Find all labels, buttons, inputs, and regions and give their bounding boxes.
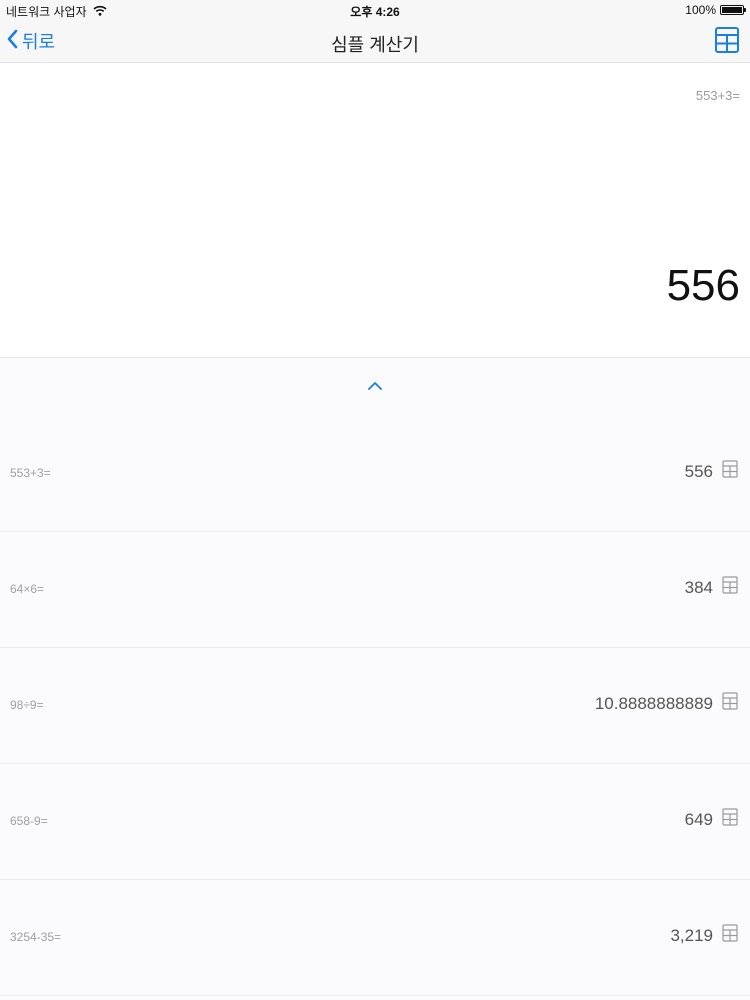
calculator-icon[interactable] (722, 924, 738, 942)
history-result: 556 (684, 462, 713, 481)
chevron-up-icon (368, 382, 382, 390)
history-result: 10.8888888889 (594, 694, 713, 713)
calculator-icon[interactable] (722, 808, 738, 826)
navigation-bar: 뒤로 심플 계산기 (0, 20, 750, 63)
status-bar: 네트워크 사업자 오후 4:26 100% (0, 0, 750, 20)
history-row[interactable]: 98÷9= 10.8888888889 (0, 648, 750, 764)
calculator-display: 553+3= 556 (0, 63, 750, 358)
calculator-button[interactable] (714, 26, 740, 54)
calculator-icon[interactable] (722, 692, 738, 710)
battery-fill (722, 7, 742, 13)
history-row[interactable]: 3254-35= 3,219 (0, 880, 750, 996)
page-title: 심플 계산기 (331, 35, 419, 55)
history-expression: 553+3= (10, 466, 51, 480)
history-row[interactable]: 64×6= 384 (0, 532, 750, 648)
history-expression: 658-9= (10, 814, 48, 828)
status-time: 오후 4:26 (350, 5, 400, 19)
history-result: 3,219 (670, 926, 713, 945)
history-row[interactable]: 553+3= 556 (0, 416, 750, 532)
calculator-icon[interactable] (722, 460, 738, 478)
collapse-history-button[interactable] (363, 376, 387, 396)
history-result: 649 (684, 810, 713, 829)
calculator-icon (715, 27, 739, 53)
status-right: 100% (685, 3, 746, 17)
history-expression: 64×6= (10, 582, 45, 596)
history-expression: 98÷9= (10, 698, 44, 712)
display-result: 556 (666, 261, 740, 310)
history-result: 384 (684, 578, 713, 597)
display-expression: 553+3= (695, 88, 740, 103)
history-panel: 553+3= 556 64×6= 384 98÷9= 10.8888888889 (0, 358, 750, 1000)
battery-percentage: 100% (685, 3, 716, 17)
history-expression: 3254-35= (10, 930, 62, 944)
battery-icon (720, 5, 746, 15)
history-row[interactable]: 658-9= 649 (0, 764, 750, 880)
calculator-icon[interactable] (722, 576, 738, 594)
